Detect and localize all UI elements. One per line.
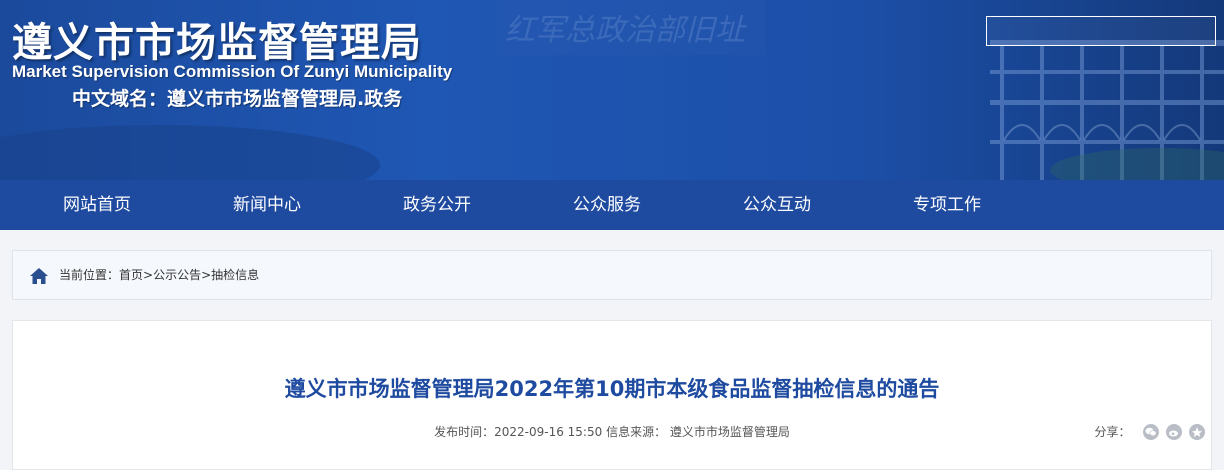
wechat-icon[interactable]: [1143, 423, 1160, 440]
nav-item-government-affairs[interactable]: 政务公开: [362, 180, 512, 230]
article-source: 遵义市市场监督管理局: [669, 425, 790, 439]
article-title: 遵义市市场监督管理局2022年第10期市本级食品监督抽检信息的通告: [284, 377, 940, 401]
breadcrumb-path: 当前位置：首页>公示公告>抽检信息: [59, 251, 259, 299]
share-label: 分享：: [1094, 424, 1131, 439]
breadcrumb-prefix: 当前位置：: [59, 268, 120, 282]
site-title: 遵义市市场监督管理局: [12, 19, 422, 66]
share-bar: 分享：: [1094, 421, 1205, 441]
search-input[interactable]: [986, 16, 1216, 46]
article-meta: 发布时间：2022-09-16 15:50 信息来源： 遵义市市场监督管理局: [13, 423, 1211, 440]
nav-item-news-center[interactable]: 新闻中心: [192, 180, 342, 230]
site-domain-name: 中文域名：遵义市市场监督管理局.政务: [72, 88, 403, 110]
breadcrumb-item-announcements[interactable]: 公示公告: [153, 268, 201, 282]
breadcrumb-separator: >: [143, 268, 154, 282]
nav-item-public-interaction[interactable]: 公众互动: [702, 180, 852, 230]
weibo-icon[interactable]: [1166, 423, 1183, 440]
nav-item-home[interactable]: 网站首页: [22, 180, 172, 230]
publish-time: 2022-09-16 15:50: [494, 425, 603, 439]
home-icon: [30, 268, 48, 284]
main-nav: 网站首页 新闻中心 政务公开 公众服务 公众互动 专项工作: [0, 180, 1224, 230]
calligraphy-text: 红军总政治部旧址: [505, 13, 748, 48]
article-panel: 遵义市市场监督管理局2022年第10期市本级食品监督抽检信息的通告 发布时间：2…: [12, 320, 1212, 470]
breadcrumb: 当前位置：首页>公示公告>抽检信息: [12, 250, 1212, 300]
header-banner: 红军总政治部旧址 遵义市市场监督管理局 Market Supervision C…: [0, 0, 1224, 180]
site-subtitle: Market Supervision Commission Of Zunyi M…: [12, 62, 453, 81]
breadcrumb-separator: >: [201, 268, 212, 282]
breadcrumb-item-home[interactable]: 首页: [119, 268, 143, 282]
nav-item-special-work[interactable]: 专项工作: [872, 180, 1022, 230]
breadcrumb-item-inspection-info[interactable]: 抽检信息: [211, 268, 259, 282]
nav-item-public-services[interactable]: 公众服务: [532, 180, 682, 230]
source-label: 信息来源：: [606, 425, 667, 439]
publish-time-label: 发布时间：: [434, 425, 495, 439]
qzone-icon[interactable]: [1189, 423, 1205, 440]
